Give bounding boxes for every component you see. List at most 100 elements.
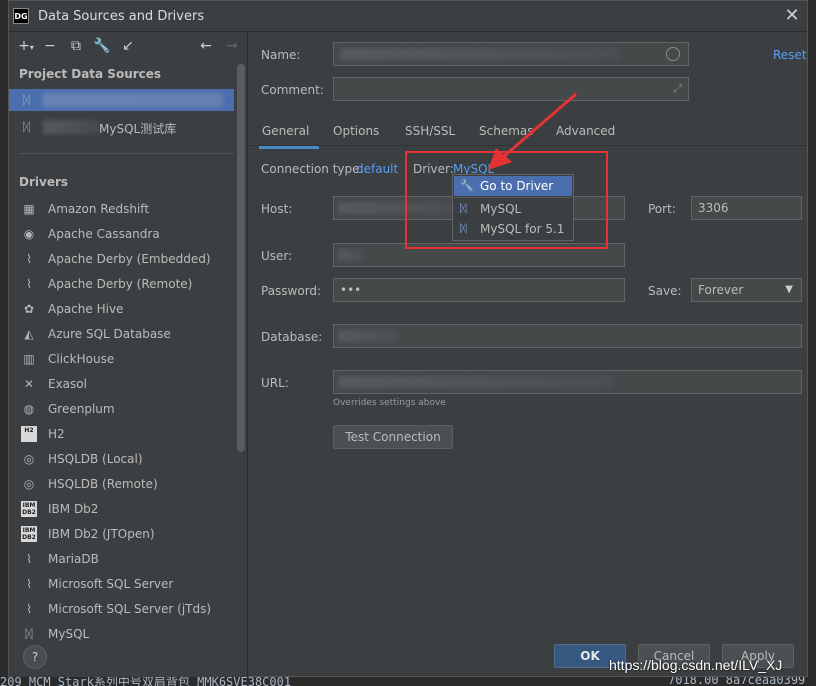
database-field[interactable] <box>333 324 802 348</box>
back-arrow-icon[interactable]: ← <box>197 37 215 55</box>
redacted-database <box>338 330 398 342</box>
ibm-db2-icon: IBM DB2 <box>21 526 37 542</box>
background-bottom-right-text: 7018.00 8a7ceaa0399 <box>668 677 806 686</box>
driver-item-label: Microsoft SQL Server <box>48 577 174 591</box>
clickhouse-icon: ▥ <box>23 352 35 366</box>
driver-item[interactable]: ✕ Exasol <box>19 372 234 397</box>
driver-item-label: Apache Derby (Embedded) <box>48 252 211 266</box>
driver-item[interactable]: ᛞ MySQL <box>19 622 234 647</box>
port-label: Port: <box>648 202 676 216</box>
background-editor-right <box>808 30 816 680</box>
driver-item[interactable]: ◍ Greenplum <box>19 397 234 422</box>
driver-item[interactable]: IBM DB2 IBM Db2 (JTOpen) <box>19 522 234 547</box>
redacted-user <box>338 249 364 261</box>
window-title: Data Sources and Drivers <box>38 9 205 24</box>
connection-type-link[interactable]: default <box>356 162 398 176</box>
csdn-watermark: https://blog.csdn.net/ILV_XJ <box>609 657 783 673</box>
host-label: Host: <box>261 202 293 216</box>
color-circle-icon[interactable] <box>666 47 680 61</box>
close-icon[interactable]: ✕ <box>781 5 803 27</box>
driver-item[interactable]: ◭ Azure SQL Database <box>19 322 234 347</box>
azure-icon: ◭ <box>24 327 34 341</box>
driver-item-label: Azure SQL Database <box>48 327 171 341</box>
driver-item-label: HSQLDB (Remote) <box>48 477 158 491</box>
port-field[interactable]: 3306 <box>691 196 802 220</box>
hsqldb-icon: ◎ <box>23 452 35 466</box>
connection-type-label: Connection type: <box>261 162 364 176</box>
test-connection-button[interactable]: Test Connection <box>333 425 453 449</box>
redshift-icon: ▦ <box>23 202 35 216</box>
driver-item-label: H2 <box>48 427 65 441</box>
derby-icon: ⌇ <box>26 277 32 291</box>
driver-item-label: Amazon Redshift <box>48 202 150 216</box>
driver-item-label: Apache Hive <box>48 302 124 316</box>
project-data-sources-title: Project Data Sources <box>19 67 162 81</box>
greenplum-icon: ◍ <box>23 402 35 416</box>
project-data-source-label: MySQL测试库 <box>99 122 177 136</box>
driver-item[interactable]: H2 H2 <box>19 422 234 447</box>
forward-arrow-icon[interactable]: → <box>223 37 241 55</box>
save-select-value: Forever <box>698 283 744 297</box>
derby-icon: ⌇ <box>26 252 32 266</box>
port-field-value: 3306 <box>698 201 729 215</box>
driver-item[interactable]: ◎ HSQLDB (Local) <box>19 447 234 472</box>
driver-item-label: IBM Db2 <box>48 502 99 516</box>
make-global-icon[interactable]: ↙ <box>119 37 137 55</box>
exasol-icon: ✕ <box>23 377 35 391</box>
background-editor-bottom: 209 MCM Stark系列中号双肩背包 MMK6SVE38C001 7018… <box>0 677 816 686</box>
user-label: User: <box>261 249 293 263</box>
driver-item[interactable]: ▥ ClickHouse <box>19 347 234 372</box>
left-scrollbar[interactable] <box>237 64 245 452</box>
cassandra-icon: ◉ <box>23 227 35 241</box>
driver-item[interactable]: ▦ Amazon Redshift <box>19 197 234 222</box>
active-tab-indicator <box>259 146 319 149</box>
h2-icon: H2 <box>21 426 37 442</box>
tab-ssh-ssl[interactable]: SSH/SSL <box>405 124 455 138</box>
driver-item[interactable]: ⌇ Microsoft SQL Server <box>19 572 234 597</box>
driver-item[interactable]: ⌇ Apache Derby (Remote) <box>19 272 234 297</box>
background-editor-left <box>0 30 8 680</box>
driver-item-label: ClickHouse <box>48 352 115 366</box>
save-select[interactable]: Forever ▼ <box>691 278 802 302</box>
ibm-db2-icon: IBM DB2 <box>21 501 37 517</box>
password-field[interactable]: ••• <box>333 278 625 302</box>
driver-item[interactable]: ⌇ Microsoft SQL Server (jTds) <box>19 597 234 622</box>
name-field[interactable] <box>333 42 689 66</box>
database-label: Database: <box>261 330 323 344</box>
chevron-down-icon: ▼ <box>785 284 793 295</box>
redacted-name <box>43 120 99 134</box>
background-bottom-text: 209 MCM Stark系列中号双肩背包 MMK6SVE38C001 <box>0 677 292 686</box>
comment-label: Comment: <box>261 83 324 97</box>
driver-item-label: MariaDB <box>48 552 99 566</box>
remove-icon[interactable]: − <box>41 37 59 55</box>
project-data-source-item[interactable]: ᛞ MySQL测试库 <box>9 116 234 138</box>
driver-item[interactable]: ⌇ MariaDB <box>19 547 234 572</box>
add-icon[interactable]: +▾ <box>17 37 35 55</box>
mysql-icon: ᛞ <box>23 120 31 134</box>
wrench-icon[interactable]: 🔧 <box>93 37 111 55</box>
mysql-icon: ᛞ <box>23 93 31 107</box>
annotation-arrow-icon <box>488 92 577 170</box>
driver-item[interactable]: ◉ Apache Cassandra <box>19 222 234 247</box>
password-field-value: ••• <box>340 283 362 297</box>
expand-icon[interactable]: ⤢ <box>673 82 682 96</box>
hive-icon: ✿ <box>23 302 35 316</box>
driver-item[interactable]: ⌇ Apache Derby (Embedded) <box>19 247 234 272</box>
left-panel: +▾ − ⧉ 🔧 ↙ ← → Project Data Sources ᛞ ᛞ … <box>9 32 248 677</box>
url-field[interactable] <box>333 370 802 394</box>
section-divider <box>19 153 234 154</box>
duplicate-icon[interactable]: ⧉ <box>67 37 85 55</box>
driver-item-label: Exasol <box>48 377 87 391</box>
tab-options[interactable]: Options <box>333 124 379 138</box>
drivers-title: Drivers <box>19 175 69 189</box>
driver-item[interactable]: IBM DB2 IBM Db2 <box>19 497 234 522</box>
name-label: Name: <box>261 48 301 62</box>
tab-general[interactable]: General <box>262 124 309 138</box>
driver-item[interactable]: ✿ Apache Hive <box>19 297 234 322</box>
help-button[interactable]: ? <box>23 645 47 669</box>
mariadb-icon: ⌇ <box>26 552 32 566</box>
project-data-source-item[interactable]: ᛞ <box>9 89 234 111</box>
driver-item-label: Apache Cassandra <box>48 227 160 241</box>
reset-link[interactable]: Reset <box>773 48 807 62</box>
driver-item[interactable]: ◎ HSQLDB (Remote) <box>19 472 234 497</box>
